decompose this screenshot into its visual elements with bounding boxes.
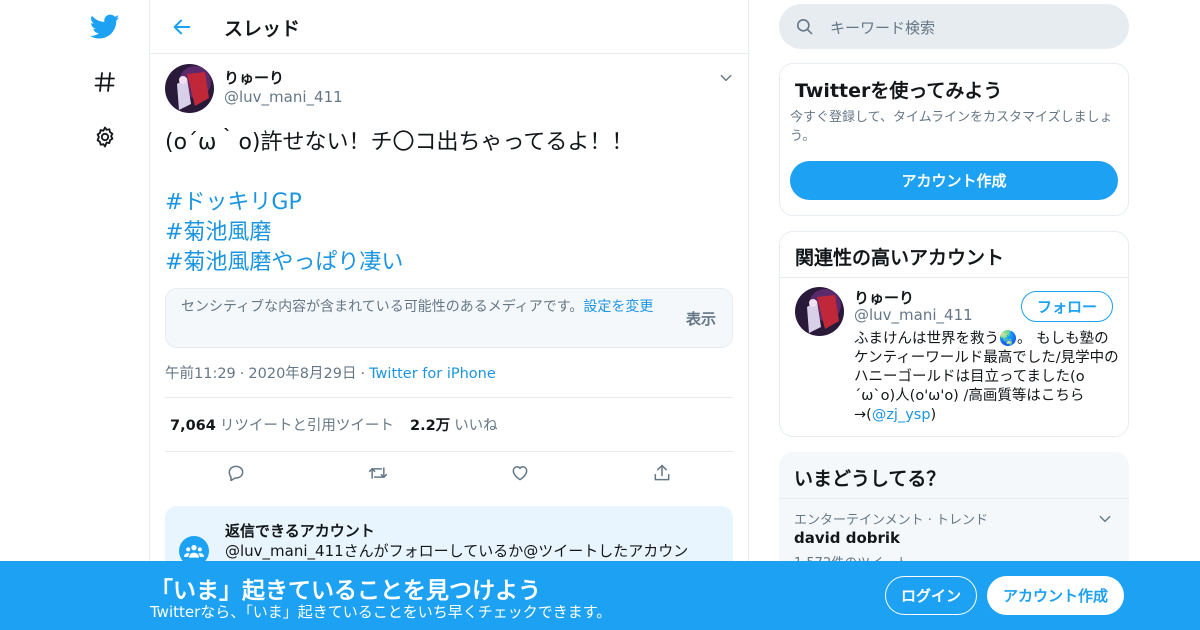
signup-button[interactable]: アカウント作成 — [987, 576, 1124, 615]
reply-restriction-title: 返信できるアカウント — [225, 522, 375, 540]
thread-header: スレッド — [150, 0, 748, 54]
page-title: スレッド — [224, 18, 301, 40]
likes-stat[interactable]: 2.2万 いいね — [410, 414, 498, 435]
signup-card-desc: 今すぐ登録して、タイムラインをカスタマイズしましょう。 — [790, 110, 1113, 144]
divider — [780, 277, 1128, 278]
related-card-title: 関連性の高いアカウント — [795, 247, 1005, 269]
login-button[interactable]: ログイン — [885, 576, 977, 615]
change-settings-link[interactable]: 設定を変更 — [583, 299, 653, 315]
signup-card: Twitterを使ってみよう 今すぐ登録して、タイムラインをカスタマイズしましょ… — [779, 63, 1129, 216]
trend-category: エンターテインメント · トレンド — [794, 513, 989, 528]
hashtag-icon[interactable] — [90, 67, 120, 97]
search-placeholder: キーワード検索 — [830, 19, 936, 37]
show-media-button[interactable]: 表示 — [686, 308, 716, 329]
tweet-body: (o´ω｀o)許せない！チ〇コ出ちゃってるよ！！ — [165, 130, 634, 155]
signup-card-title: Twitterを使ってみよう — [795, 80, 1003, 102]
related-account-bio: ふまけんは世界を救う🌏。 もしも塾のケンティーワールド最高でした/見学中のハニー… — [854, 330, 1122, 425]
tweet-date[interactable]: 2020年8月29日 — [248, 366, 356, 382]
related-account-avatar[interactable] — [795, 287, 844, 336]
share-icon[interactable] — [649, 460, 675, 486]
hashtag-link[interactable]: #菊池風磨やっぱり凄い — [165, 248, 735, 278]
banner-subtitle: Twitterなら、「いま」起きていることをいち早くチェックできます。 — [150, 603, 612, 621]
settings-gear-icon[interactable] — [90, 122, 120, 152]
related-account-name[interactable]: りゅーり — [854, 287, 914, 308]
twitter-logo-icon[interactable] — [90, 12, 120, 42]
author-handle[interactable]: @luv_mani_411 — [224, 88, 343, 106]
reply-icon[interactable] — [223, 460, 249, 486]
tweet-text: (o´ω｀o)許せない！チ〇コ出ちゃってるよ！！ #ドッキリGP #菊池風磨 #… — [165, 128, 735, 278]
retweets-stat[interactable]: 7,064 リツイートと引用ツイート — [170, 414, 394, 435]
likes-count: 2.2万 — [410, 418, 451, 434]
chevron-down-icon[interactable] — [1095, 509, 1115, 529]
retweets-label: リツイートと引用ツイート — [219, 418, 394, 434]
sensitive-media-notice: センシティブな内容が含まれている可能性のあるメディアです。設定を変更 表示 — [165, 288, 733, 348]
author-avatar[interactable] — [165, 64, 214, 113]
bio-end: ) — [930, 407, 937, 423]
tweet-timestamp: 午前11:29 · 2020年8月29日 · Twitter for iPhone — [165, 366, 496, 382]
left-nav — [0, 0, 150, 630]
hashtag-link[interactable]: #菊池風磨 — [165, 218, 735, 248]
related-account-handle[interactable]: @luv_mani_411 — [854, 306, 973, 324]
tweet-stats: 7,064 リツイートと引用ツイート 2.2万 いいね — [165, 397, 733, 452]
tweet-source-link[interactable]: Twitter for iPhone — [369, 366, 496, 382]
retweets-count: 7,064 — [170, 418, 216, 434]
like-heart-icon[interactable] — [507, 460, 533, 486]
trend-name[interactable]: david dobrik — [794, 529, 900, 547]
back-arrow-icon[interactable] — [166, 11, 198, 43]
chevron-down-icon[interactable] — [716, 68, 736, 88]
hashtag-link[interactable]: #ドッキリGP — [165, 188, 735, 218]
trends-card-title: いまどうしてる？ — [794, 468, 946, 490]
tweet-time[interactable]: 午前11:29 — [165, 366, 236, 382]
follow-button[interactable]: フォロー — [1021, 291, 1113, 322]
retweet-icon[interactable] — [365, 460, 391, 486]
tweet-actions — [165, 454, 733, 490]
author-name[interactable]: りゅーり — [224, 67, 284, 88]
related-accounts-card: 関連性の高いアカウント りゅーり @luv_mani_411 フォロー ふまけん… — [779, 231, 1129, 437]
divider — [779, 498, 1129, 499]
search-icon — [795, 17, 814, 40]
sensitive-notice-text: センシティブな内容が含まれている可能性のあるメディアです。設定を変更 — [181, 298, 671, 317]
main-column: スレッド りゅーり @luv_mani_411 (o´ω｀o)許せない！チ〇コ出… — [149, 0, 749, 630]
bio-mention-link[interactable]: @zj_ysp — [872, 407, 931, 423]
bottom-signup-banner: 「いま」起きていることを見つけよう Twitterなら、「いま」起きていることを… — [0, 561, 1200, 630]
banner-title: 「いま」起きていることを見つけよう — [150, 578, 541, 604]
sensitive-notice-label: センシティブな内容が含まれている可能性のあるメディアです。 — [181, 299, 584, 315]
reply-restriction-desc: @luv_mani_411さんがフォローしているか@ツイートしたアカウン — [225, 542, 689, 560]
likes-label: いいね — [454, 418, 498, 434]
search-input[interactable]: キーワード検索 — [779, 4, 1129, 49]
create-account-button[interactable]: アカウント作成 — [790, 161, 1118, 200]
